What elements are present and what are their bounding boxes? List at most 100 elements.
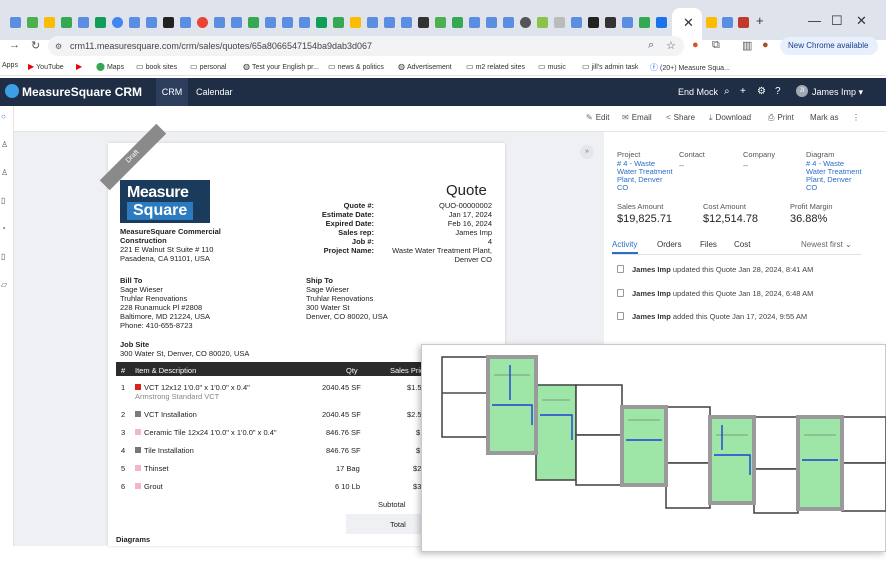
bookmark-star-icon[interactable]: ☆ xyxy=(666,39,676,52)
tab-favicon-icon[interactable] xyxy=(656,17,667,28)
tab-orders[interactable]: Orders xyxy=(657,240,681,249)
active-tab[interactable]: ✕ xyxy=(672,8,702,40)
side-panel-icon[interactable]: ▥ xyxy=(742,39,752,52)
tab-favicon-icon[interactable] xyxy=(78,17,89,28)
tab-favicon-icon[interactable] xyxy=(248,17,259,28)
bookmark-facebook[interactable]: ⓕ (20+) Measure Squa... xyxy=(650,62,730,73)
tab-favicon-icon[interactable] xyxy=(316,17,327,28)
tab-favicon-icon[interactable] xyxy=(333,17,344,28)
tab-favicon-icon[interactable] xyxy=(197,17,208,28)
tab-favicon-icon[interactable] xyxy=(722,17,733,28)
print-button[interactable]: ⎙ Print xyxy=(768,113,794,123)
close-tab-icon[interactable]: ✕ xyxy=(683,15,694,31)
tab-favicon-icon[interactable] xyxy=(738,17,749,28)
bookmark-folder-personal[interactable]: ▭ personal xyxy=(190,62,226,71)
tab-favicon-icon[interactable] xyxy=(469,17,480,28)
add-icon[interactable]: + xyxy=(740,86,746,97)
tab-favicon-icon[interactable] xyxy=(520,17,531,28)
people-icon[interactable]: ♙ xyxy=(1,140,8,149)
tab-cost[interactable]: Cost xyxy=(734,240,750,249)
bookmark-youtube[interactable]: ▶ YouTube xyxy=(28,62,64,71)
email-button[interactable]: ✉ Email xyxy=(622,113,652,122)
contact-icon[interactable]: ♙ xyxy=(1,168,8,177)
site-info-icon[interactable]: ⚙ xyxy=(55,42,62,51)
help-icon[interactable]: ? xyxy=(775,86,781,97)
extension-icon[interactable]: ● xyxy=(692,39,699,51)
bookmark-maps[interactable]: ⬤ Maps xyxy=(96,62,124,71)
search-icon[interactable]: ⌕ xyxy=(724,86,730,97)
tab-favicon-icon[interactable] xyxy=(639,17,650,28)
project-link[interactable]: # 4 - Waste Water Treatment Plant, Denve… xyxy=(617,160,675,192)
share-button[interactable]: < Share xyxy=(666,113,695,122)
maximize-icon[interactable]: ☐ xyxy=(831,13,843,29)
tab-favicon-icon[interactable] xyxy=(163,17,174,28)
zoom-icon[interactable]: ⌕ xyxy=(648,39,654,52)
end-mock-button[interactable]: End Mock xyxy=(678,87,718,97)
document-icon[interactable]: ▯ xyxy=(1,196,5,205)
bookmark-folder-book-sites[interactable]: ▭ book sites xyxy=(136,62,177,71)
window-close-icon[interactable]: ✕ xyxy=(856,13,867,29)
tab-favicon-icon[interactable] xyxy=(622,17,633,28)
tab-favicon-icon[interactable] xyxy=(537,17,548,28)
home-icon[interactable]: ○ xyxy=(1,112,6,121)
bookmark-folder-music[interactable]: ▭ music xyxy=(538,62,566,71)
floor-plan-preview[interactable] xyxy=(421,344,886,552)
tab-favicon-icon[interactable] xyxy=(129,17,140,28)
bookmark-advertisement[interactable]: ◍ Advertisement xyxy=(398,62,452,71)
bookmark-folder-m2[interactable]: ▭ m2 related sites xyxy=(466,62,525,71)
list-icon[interactable]: ▯ xyxy=(1,252,5,261)
tab-favicon-icon[interactable] xyxy=(418,17,429,28)
tab-favicon-icon[interactable] xyxy=(231,17,242,28)
bookmark-youtube-2[interactable]: ▶ xyxy=(76,62,84,71)
tab-favicon-icon[interactable] xyxy=(214,17,225,28)
diagram-link[interactable]: # 4 - Waste Water Treatment Plant, Denve… xyxy=(806,160,862,192)
tab-favicon-icon[interactable] xyxy=(265,17,276,28)
extensions-puzzle-icon[interactable]: ⧉ xyxy=(712,39,720,52)
tab-favicon-icon[interactable] xyxy=(571,17,582,28)
app-brand[interactable]: MeasureSquare CRM xyxy=(22,85,142,99)
bookmark-folder-news[interactable]: ▭ news & politics xyxy=(328,62,384,71)
download-button[interactable]: ⤓ Download xyxy=(709,113,751,123)
tab-favicon-icon[interactable] xyxy=(44,17,55,28)
bookmark-apps[interactable]: Apps xyxy=(2,62,18,69)
tab-favicon-icon[interactable] xyxy=(350,17,361,28)
tab-files[interactable]: Files xyxy=(700,240,717,249)
tab-favicon-icon[interactable] xyxy=(282,17,293,28)
chart-icon[interactable]: ◔ xyxy=(1,224,6,233)
sort-dropdown[interactable]: Newest first ⌄ xyxy=(801,240,852,249)
tab-favicon-icon[interactable] xyxy=(588,17,599,28)
profile-icon[interactable]: ● xyxy=(762,39,769,51)
nav-crm[interactable]: CRM xyxy=(156,78,188,106)
tab-favicon-icon[interactable] xyxy=(27,17,38,28)
tab-favicon-icon[interactable] xyxy=(299,17,310,28)
tab-favicon-icon[interactable] xyxy=(435,17,446,28)
nav-calendar[interactable]: Calendar xyxy=(196,87,233,97)
tab-favicon-icon[interactable] xyxy=(146,17,157,28)
tab-favicon-icon[interactable] xyxy=(367,17,378,28)
user-avatar[interactable]: JI xyxy=(796,85,808,97)
collapse-panel-button[interactable]: » xyxy=(580,145,594,159)
tab-favicon-icon[interactable] xyxy=(554,17,565,28)
tab-favicon-icon[interactable] xyxy=(384,17,395,28)
chrome-update-button[interactable]: New Chrome available xyxy=(780,37,878,55)
reload-icon[interactable]: ↻ xyxy=(31,39,40,52)
tab-activity[interactable]: Activity xyxy=(612,240,637,249)
url-text[interactable]: crm11.measuresquare.com/crm/sales/quotes… xyxy=(70,41,372,51)
new-tab-icon[interactable]: + xyxy=(756,13,764,28)
more-options-icon[interactable]: ⋮ xyxy=(852,113,860,122)
forward-icon[interactable]: → xyxy=(9,39,20,51)
edit-button[interactable]: ✎ Edit xyxy=(586,113,610,122)
mark-as-button[interactable]: Mark as xyxy=(810,113,838,122)
tab-favicon-icon[interactable] xyxy=(401,17,412,28)
tab-favicon-icon[interactable] xyxy=(486,17,497,28)
minimize-icon[interactable]: — xyxy=(808,13,821,28)
tab-favicon-icon[interactable] xyxy=(706,17,717,28)
bookmark-folder-jills-admin[interactable]: ▭ jill's admin task xyxy=(582,62,638,71)
settings-gear-icon[interactable]: ⚙ xyxy=(757,86,766,97)
tab-favicon-icon[interactable] xyxy=(95,17,106,28)
box-icon[interactable]: ▱ xyxy=(1,280,7,289)
tab-favicon-icon[interactable] xyxy=(180,17,191,28)
tab-favicon-icon[interactable] xyxy=(61,17,72,28)
tab-favicon-icon[interactable] xyxy=(10,17,21,28)
tab-favicon-icon[interactable] xyxy=(112,17,123,28)
